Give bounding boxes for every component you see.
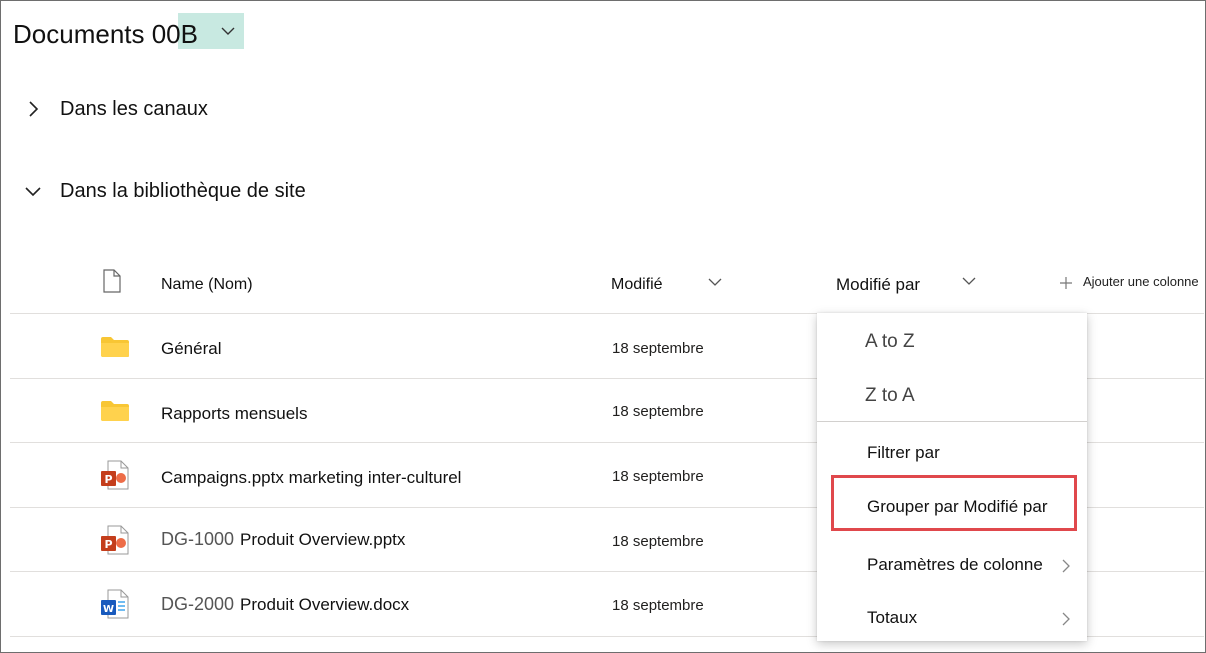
column-header-name[interactable]: Name (Nom) bbox=[161, 276, 253, 294]
svg-text:P: P bbox=[104, 473, 112, 486]
menu-item-label: Totaux bbox=[867, 608, 918, 627]
file-name[interactable]: Rapports mensuels bbox=[161, 404, 307, 424]
powerpoint-icon: P bbox=[101, 525, 129, 555]
column-header-modified-by[interactable]: Modifié par bbox=[836, 275, 920, 295]
modified-date: 18 septembre bbox=[612, 597, 704, 614]
file-name[interactable]: Général bbox=[161, 339, 221, 359]
menu-item-column-settings[interactable]: Paramètres de colonne bbox=[817, 541, 1087, 591]
file-type-icon[interactable] bbox=[102, 269, 122, 293]
modified-date: 18 septembre bbox=[612, 340, 704, 357]
file-name[interactable]: DG-1000 Produit Overview.pptx bbox=[161, 529, 405, 550]
modified-date: 18 septembre bbox=[612, 468, 704, 485]
highlight-callout bbox=[831, 475, 1077, 531]
file-prefix: DG-2000 bbox=[161, 594, 235, 614]
modified-date: 18 septembre bbox=[612, 403, 704, 420]
chevron-down-icon[interactable] bbox=[960, 272, 978, 290]
file-name-text: Produit Overview.pptx bbox=[240, 530, 406, 549]
menu-item-filter-by[interactable]: Filtrer par bbox=[817, 429, 1087, 479]
menu-item-totals[interactable]: Totaux bbox=[817, 594, 1087, 644]
modified-date: 18 septembre bbox=[612, 533, 704, 550]
chevron-right-icon[interactable] bbox=[22, 98, 44, 120]
add-column-button[interactable]: Ajouter une colonne bbox=[1083, 274, 1199, 289]
powerpoint-icon: P bbox=[101, 460, 129, 490]
file-name-text: Produit Overview.docx bbox=[240, 595, 410, 614]
chevron-down-icon[interactable] bbox=[706, 273, 724, 291]
column-header-modified[interactable]: Modifié bbox=[611, 276, 663, 294]
section-label: Dans la bibliothèque de site bbox=[60, 180, 306, 202]
menu-item-label: Paramètres de colonne bbox=[867, 555, 1043, 574]
library-title-button[interactable]: Documents 00B bbox=[10, 13, 244, 49]
menu-divider bbox=[817, 421, 1087, 422]
section-bibliotheque-de-site[interactable]: Dans la bibliothèque de site bbox=[22, 176, 422, 206]
chevron-right-icon bbox=[1062, 612, 1070, 626]
menu-item-label: Filtrer par bbox=[867, 443, 940, 462]
svg-text:P: P bbox=[104, 538, 112, 551]
file-prefix: DG-1000 bbox=[161, 529, 235, 549]
column-context-menu: A to Z Z to A Filtrer par Grouper par Mo… bbox=[817, 313, 1087, 641]
svg-text:W: W bbox=[103, 604, 114, 615]
folder-icon bbox=[101, 337, 129, 357]
menu-item-label: A to Z bbox=[865, 331, 915, 352]
section-dans-les-canaux[interactable]: Dans les canaux bbox=[22, 94, 422, 124]
plus-icon[interactable] bbox=[1059, 276, 1073, 290]
menu-item-sort-z-a[interactable]: Z to A bbox=[817, 371, 1087, 421]
word-icon: W bbox=[101, 589, 129, 619]
file-name[interactable]: Campaigns.pptx marketing inter-culturel bbox=[161, 468, 461, 488]
chevron-down-icon[interactable] bbox=[22, 180, 44, 202]
chevron-right-icon bbox=[1062, 559, 1070, 573]
folder-icon bbox=[101, 401, 129, 421]
library-title: Documents 00B bbox=[13, 19, 198, 49]
menu-item-label: Z to A bbox=[865, 385, 915, 406]
file-name[interactable]: DG-2000 Produit Overview.docx bbox=[161, 594, 409, 615]
section-label: Dans les canaux bbox=[60, 98, 208, 120]
chevron-down-icon[interactable] bbox=[218, 21, 238, 41]
menu-item-sort-a-z[interactable]: A to Z bbox=[817, 317, 1087, 367]
